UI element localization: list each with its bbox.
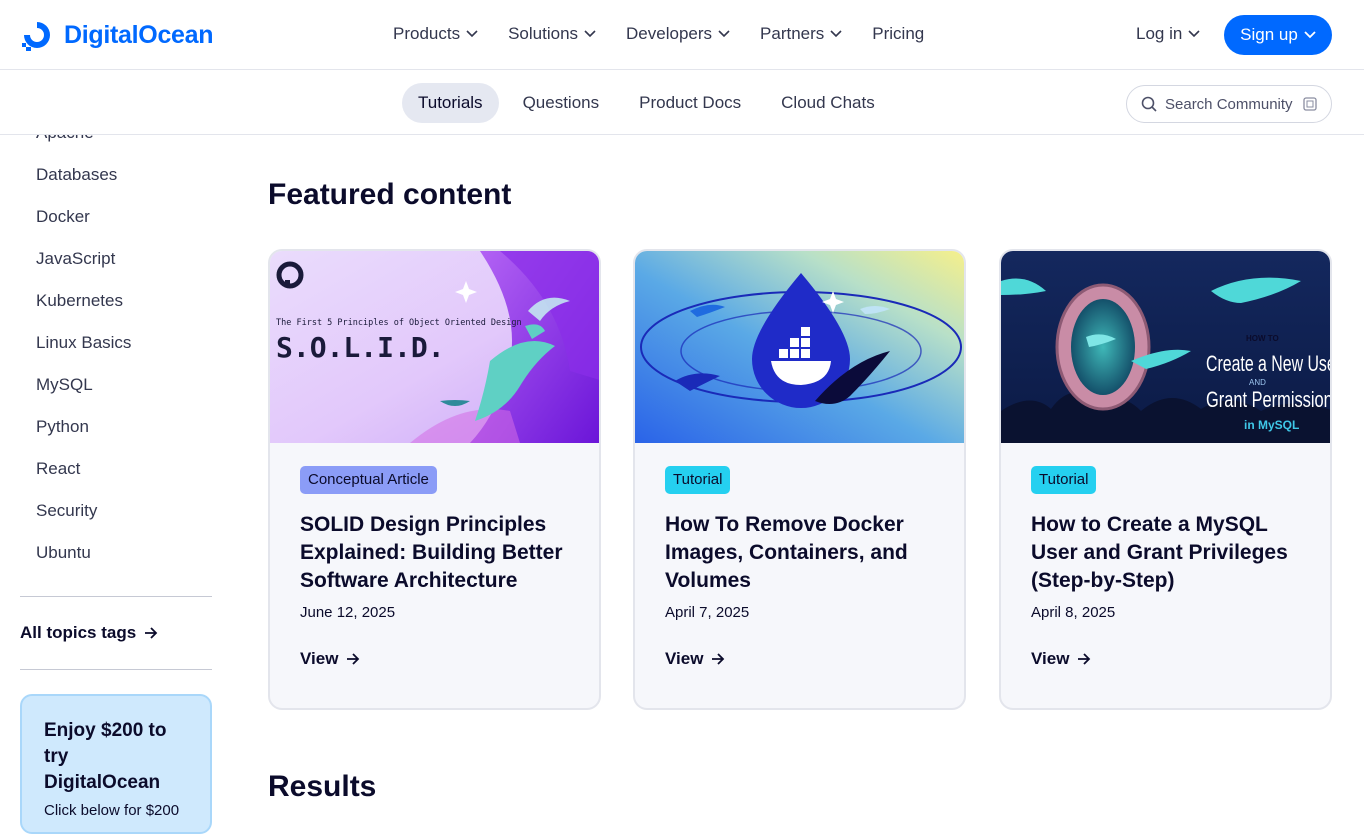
topic-databases[interactable]: Databases xyxy=(36,165,117,185)
tab-questions[interactable]: Questions xyxy=(507,83,616,123)
tab-product-docs[interactable]: Product Docs xyxy=(623,83,757,123)
login-link[interactable]: Log in xyxy=(1136,24,1200,44)
main-nav: Products Solutions Developers Partners P… xyxy=(393,24,954,44)
nav-developers[interactable]: Developers xyxy=(626,24,730,44)
signup-button[interactable]: Sign up xyxy=(1224,15,1332,55)
search-icon xyxy=(1141,96,1157,112)
all-topics-link[interactable]: All topics tags xyxy=(20,623,158,643)
keyboard-shortcut-icon xyxy=(1302,97,1317,111)
arrow-right-icon xyxy=(145,627,158,639)
nav-label: Pricing xyxy=(872,24,925,43)
topic-linux-basics[interactable]: Linux Basics xyxy=(36,333,131,353)
card-title[interactable]: How To Remove Docker Images, Containers,… xyxy=(665,511,945,595)
search-community-input[interactable]: Search Community xyxy=(1126,85,1332,123)
topic-python[interactable]: Python xyxy=(36,417,89,437)
card-date: April 7, 2025 xyxy=(665,604,750,621)
card-title[interactable]: SOLID Design Principles Explained: Build… xyxy=(300,511,580,595)
tab-cloud-chats[interactable]: Cloud Chats xyxy=(765,83,891,123)
community-tabs: Tutorials Questions Product Docs Cloud C… xyxy=(402,83,899,123)
content-type-badge: Conceptual Article xyxy=(300,466,437,494)
chevron-down-icon xyxy=(1188,30,1200,38)
card-title[interactable]: How to Create a MySQL User and Grant Pri… xyxy=(1031,511,1311,595)
arrow-right-icon xyxy=(712,653,725,665)
login-label: Log in xyxy=(1136,24,1183,43)
card-image-mysql: HOW TO Create a New User AND Grant Permi… xyxy=(1001,251,1330,443)
topic-mysql[interactable]: MySQL xyxy=(36,375,93,395)
chevron-down-icon xyxy=(718,30,730,38)
nav-solutions[interactable]: Solutions xyxy=(508,24,596,44)
image-sub-text: in MySQL xyxy=(1244,418,1299,432)
promo-text: Click below for $200 xyxy=(44,802,180,819)
promo-title: Enjoy $200 to try DigitalOcean xyxy=(44,720,167,793)
featured-card[interactable]: Tutorial How To Remove Docker Images, Co… xyxy=(633,249,966,710)
digitalocean-logo[interactable]: DigitalOcean xyxy=(20,18,214,52)
digitalocean-logo-icon xyxy=(22,22,50,51)
topic-ubuntu[interactable]: Ubuntu xyxy=(36,543,91,563)
view-label: View xyxy=(665,649,704,668)
image-caption: The First 5 Principles of Object Oriente… xyxy=(276,318,522,328)
image-line2: Grant Permissions xyxy=(1206,387,1330,412)
view-link[interactable]: View xyxy=(1031,649,1091,669)
nav-partners[interactable]: Partners xyxy=(760,24,842,44)
nav-label: Partners xyxy=(760,24,825,43)
brand-name: DigitalOcean xyxy=(64,20,214,49)
chevron-down-icon xyxy=(584,30,596,38)
card-image-docker xyxy=(635,251,964,443)
view-link[interactable]: View xyxy=(665,649,725,669)
search-placeholder: Search Community xyxy=(1165,95,1293,113)
community-subnav: Tutorials Questions Product Docs Cloud C… xyxy=(0,71,1364,135)
chevron-down-icon xyxy=(466,30,478,38)
top-navbar: DigitalOcean Products Solutions Develope… xyxy=(0,0,1364,70)
nav-label: Developers xyxy=(626,24,713,43)
nav-pricing[interactable]: Pricing xyxy=(872,24,924,44)
view-label: View xyxy=(1031,649,1070,668)
topic-docker[interactable]: Docker xyxy=(36,207,90,227)
image-and-text: AND xyxy=(1249,378,1266,387)
sidebar-divider xyxy=(20,596,212,597)
chevron-down-icon xyxy=(830,30,842,38)
sidebar-divider xyxy=(20,669,212,670)
all-topics-label: All topics tags xyxy=(20,623,137,642)
tab-tutorials[interactable]: Tutorials xyxy=(402,83,499,123)
content-type-badge: Tutorial xyxy=(665,466,731,494)
image-line1: Create a New User xyxy=(1206,351,1330,376)
arrow-right-icon xyxy=(1078,653,1091,665)
view-link[interactable]: View xyxy=(300,649,360,669)
card-date: April 8, 2025 xyxy=(1031,604,1116,621)
featured-card[interactable]: HOW TO Create a New User AND Grant Permi… xyxy=(999,249,1332,710)
topic-javascript[interactable]: JavaScript xyxy=(36,249,115,269)
image-small-text: HOW TO xyxy=(1246,334,1279,343)
image-heading: S.O.L.I.D. xyxy=(276,331,445,364)
topic-security[interactable]: Security xyxy=(36,501,97,521)
featured-content-heading: Featured content xyxy=(268,178,512,211)
results-heading: Results xyxy=(268,770,377,803)
nav-products[interactable]: Products xyxy=(393,24,478,44)
card-image-solid: The First 5 Principles of Object Oriente… xyxy=(270,251,599,443)
topic-react[interactable]: React xyxy=(36,459,80,479)
view-label: View xyxy=(300,649,339,668)
arrow-right-icon xyxy=(347,653,360,665)
chevron-down-icon xyxy=(1304,31,1316,39)
featured-card[interactable]: The First 5 Principles of Object Oriente… xyxy=(268,249,601,710)
promo-card[interactable]: Enjoy $200 to try DigitalOcean Click bel… xyxy=(20,694,212,834)
nav-label: Solutions xyxy=(508,24,579,43)
content-type-badge: Tutorial xyxy=(1031,466,1097,494)
signup-label: Sign up xyxy=(1240,25,1298,44)
card-date: June 12, 2025 xyxy=(300,604,396,621)
nav-label: Products xyxy=(393,24,461,43)
topic-kubernetes[interactable]: Kubernetes xyxy=(36,291,123,311)
